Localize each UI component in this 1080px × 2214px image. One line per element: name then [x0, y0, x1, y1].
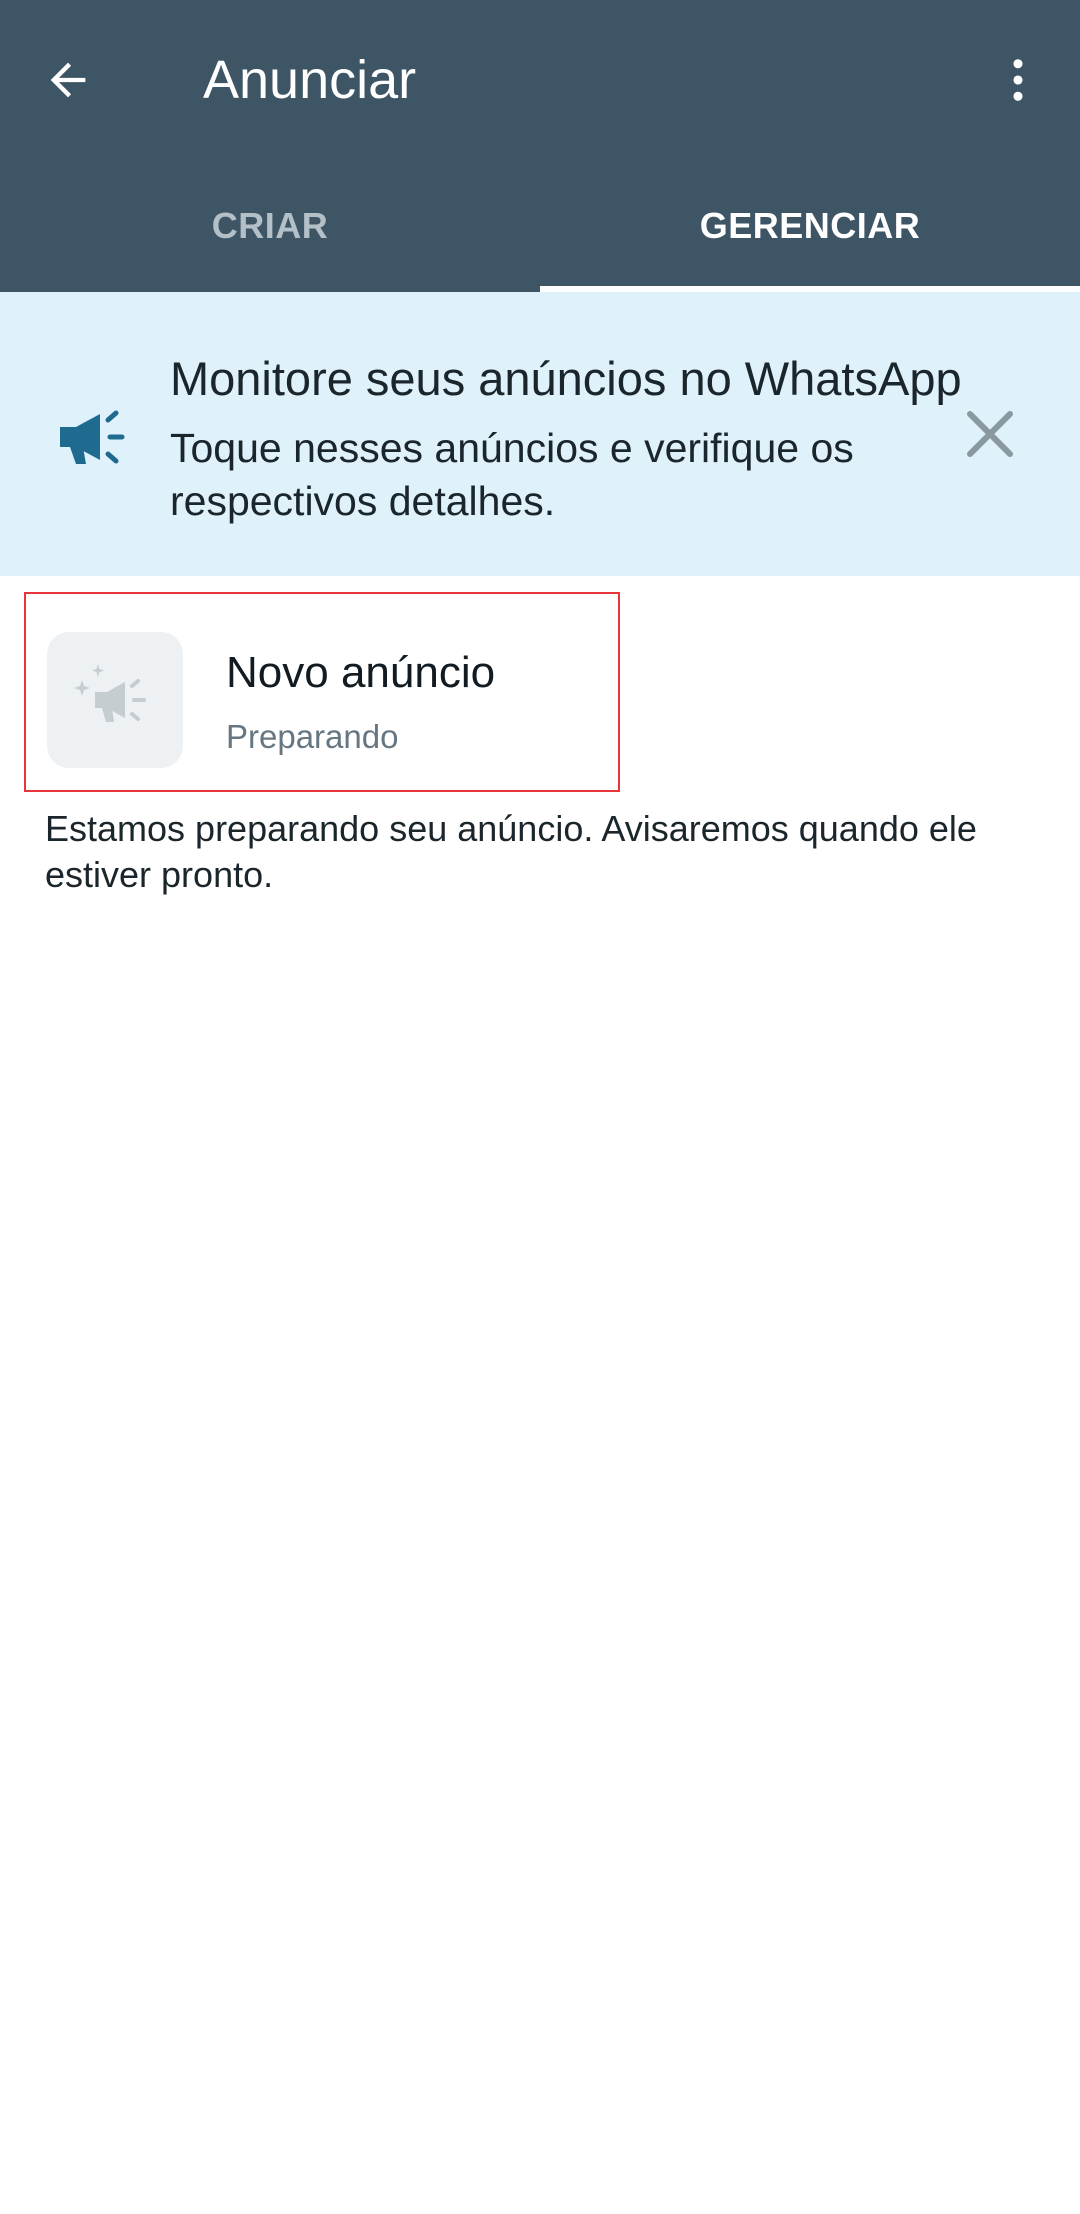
ad-list-item[interactable]: Novo anúncio Preparando	[24, 592, 620, 792]
megaphone-icon	[60, 410, 125, 464]
tab-criar[interactable]: CRIAR	[0, 160, 540, 292]
more-vert-icon	[1013, 59, 1023, 101]
back-button[interactable]	[28, 40, 108, 120]
tab-bar: CRIAR GERENCIAR	[0, 160, 1080, 292]
ad-title: Novo anúncio	[226, 648, 496, 697]
app-bar: Anunciar CRIAR GERENCIAR	[0, 0, 1080, 292]
toolbar: Anunciar	[0, 0, 1080, 160]
banner-body: Toque nesses anúncios e verifique os res…	[170, 425, 854, 524]
page-title: Anunciar	[203, 50, 417, 110]
ad-thumbnail	[47, 632, 183, 768]
ad-status: Preparando	[226, 718, 399, 755]
banner-title: Monitore seus anúncios no WhatsApp	[170, 352, 962, 405]
preparing-info-text: Estamos preparando seu anúncio. Avisarem…	[45, 808, 977, 895]
close-icon	[967, 411, 1013, 457]
arrow-left-icon	[50, 62, 86, 98]
tab-gerenciar-label: GERENCIAR	[699, 205, 921, 246]
tab-gerenciar[interactable]: GERENCIAR	[540, 160, 1080, 292]
tab-criar-label: CRIAR	[211, 205, 329, 246]
megaphone-sparkle-icon	[74, 664, 146, 722]
more-options-button[interactable]	[980, 40, 1056, 120]
banner-close-button[interactable]	[952, 396, 1028, 472]
